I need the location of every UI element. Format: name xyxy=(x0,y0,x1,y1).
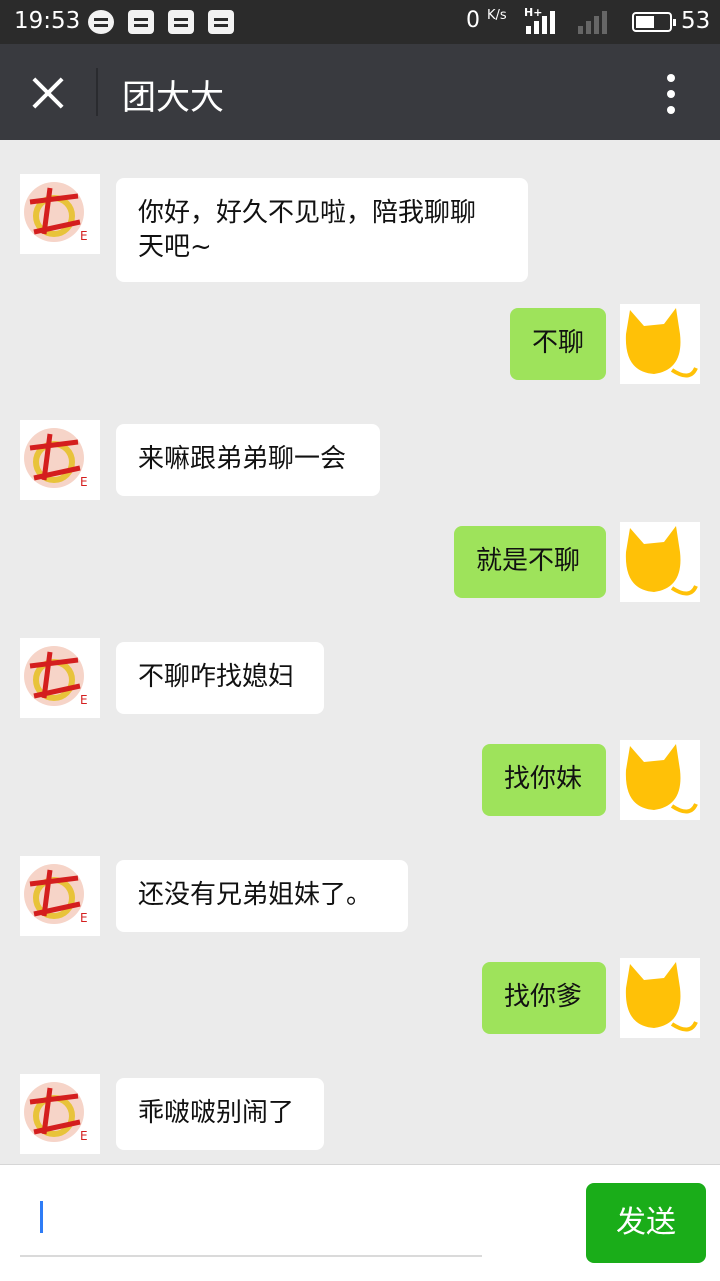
message-text: 找你妹 xyxy=(504,764,583,794)
message-text: 不聊咋找媳妇 xyxy=(138,662,295,692)
signal-strength-icon xyxy=(526,10,564,34)
user-avatar[interactable] xyxy=(620,304,700,384)
message-text: 还没有兄弟姐妹了。 xyxy=(138,880,373,910)
user-avatar[interactable] xyxy=(620,958,700,1038)
message-bubble[interactable]: 还没有兄弟姐妹了。 xyxy=(116,860,408,932)
more-options-icon[interactable] xyxy=(664,72,678,116)
page-title: 团大大 xyxy=(122,78,224,118)
battery-icon xyxy=(632,12,676,32)
message-text: 不聊 xyxy=(532,328,585,358)
message-text: 乖啵啵别闹了 xyxy=(138,1098,295,1128)
message-text: 你好，好久不见啦，陪我聊聊 天吧~ xyxy=(138,198,477,262)
message-notification-icon xyxy=(88,10,114,34)
message-bubble[interactable]: 来嘛跟弟弟聊一会 xyxy=(116,424,380,496)
message-text: 来嘛跟弟弟聊一会 xyxy=(138,444,347,474)
bot-avatar[interactable]: E xyxy=(20,856,100,936)
message-input[interactable] xyxy=(20,1185,482,1257)
user-avatar[interactable] xyxy=(620,740,700,820)
status-bar: 19:53 0 K/s H+ 53 xyxy=(0,0,720,44)
status-time: 19:53 xyxy=(14,8,81,34)
mail-notification-icon xyxy=(168,10,194,34)
message-bubble[interactable]: 不聊咋找媳妇 xyxy=(116,642,324,714)
message-bubble[interactable]: 不聊 xyxy=(510,308,606,380)
svg-text:E: E xyxy=(80,911,88,925)
title-bar: 团大大 xyxy=(0,44,720,140)
svg-text:E: E xyxy=(80,475,88,489)
battery-level: 53 xyxy=(681,8,711,34)
news-notification-icon xyxy=(208,10,234,34)
message-bubble[interactable]: 就是不聊 xyxy=(454,526,606,598)
bot-avatar[interactable]: E xyxy=(20,638,100,718)
bot-avatar[interactable]: E xyxy=(20,1074,100,1154)
chat-list[interactable]: E 你好，好久不见啦，陪我聊聊 天吧~ 不聊 E 来嘛跟弟弟聊一会 就是不聊 E… xyxy=(0,140,720,1164)
message-bubble[interactable]: 找你爹 xyxy=(482,962,606,1034)
message-composer: 发送 xyxy=(0,1164,720,1281)
close-icon[interactable] xyxy=(30,75,66,111)
alipay-notification-icon xyxy=(128,10,154,34)
svg-text:E: E xyxy=(80,1129,88,1143)
message-text: 就是不聊 xyxy=(476,546,581,576)
message-text: 找你爹 xyxy=(504,982,583,1012)
send-button[interactable]: 发送 xyxy=(586,1183,706,1263)
net-speed: 0 K/s xyxy=(466,8,507,33)
bot-avatar[interactable]: E xyxy=(20,420,100,500)
signal-strength-sim2-icon xyxy=(578,10,616,34)
bot-avatar[interactable]: E xyxy=(20,174,100,254)
message-bubble[interactable]: 乖啵啵别闹了 xyxy=(116,1078,324,1150)
message-bubble[interactable]: 找你妹 xyxy=(482,744,606,816)
svg-text:E: E xyxy=(80,229,88,243)
text-cursor xyxy=(40,1201,43,1233)
svg-text:E: E xyxy=(80,693,88,707)
message-bubble[interactable]: 你好，好久不见啦，陪我聊聊 天吧~ xyxy=(116,178,528,282)
user-avatar[interactable] xyxy=(620,522,700,602)
title-divider xyxy=(96,68,98,116)
